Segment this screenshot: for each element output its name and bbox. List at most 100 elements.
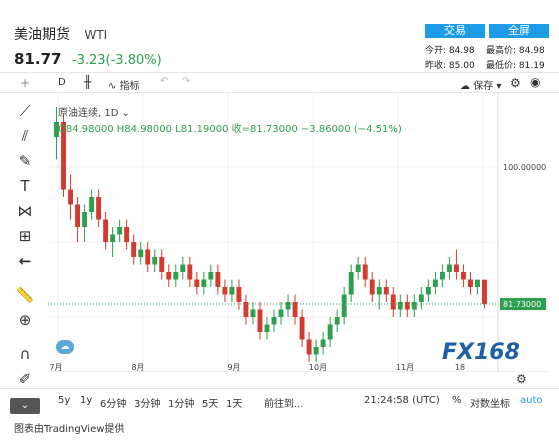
interval-select[interactable]: D	[58, 77, 66, 88]
axis-settings-icon[interactable]: ⚙	[516, 372, 527, 386]
candle-body	[425, 287, 431, 295]
candle-body	[152, 257, 158, 265]
candle-body	[208, 272, 214, 280]
save-button[interactable]: ☁ 保存 ▾	[460, 77, 501, 92]
zoom-in-icon[interactable]: ⊕	[14, 309, 36, 331]
x-tick-label: 7月	[49, 363, 62, 372]
stat-value: 84.98	[448, 46, 475, 56]
candle-body	[180, 264, 186, 272]
range-6m[interactable]: 6分钟	[100, 395, 126, 410]
fullscreen-button[interactable]: 全屏	[489, 24, 549, 38]
indicators-button[interactable]: ∿ 指标	[108, 77, 140, 92]
magnet-icon[interactable]: ∩	[14, 343, 36, 365]
candle-body	[299, 317, 305, 340]
undo-icon[interactable]: ↶	[160, 76, 168, 87]
x-tick-label: 8月	[131, 363, 144, 372]
candle-body	[124, 227, 130, 242]
header-divider	[0, 72, 559, 73]
range-1m[interactable]: 1分钟	[168, 395, 194, 410]
fx168-watermark: FX168	[442, 340, 520, 365]
trade-button[interactable]: 交易	[425, 24, 485, 38]
candle-body	[187, 264, 193, 280]
candle-body	[369, 279, 375, 295]
candle-body	[89, 197, 95, 212]
prediction-tool-icon[interactable]: ⊞	[14, 225, 36, 247]
candle-body	[278, 309, 284, 317]
ruler-icon[interactable]: 📏	[14, 284, 36, 306]
screenshot-icon[interactable]: ◉	[530, 75, 540, 89]
candle-body	[390, 294, 396, 310]
current-price: 81.77	[14, 50, 62, 68]
range-1y[interactable]: 1y	[80, 395, 92, 406]
candle-body	[229, 287, 235, 295]
stat-label: 最高价:	[486, 46, 517, 56]
candle-body	[173, 272, 179, 280]
candle-body	[215, 272, 221, 287]
bottom-divider	[0, 388, 559, 389]
stat-value: 85.00	[448, 61, 475, 71]
text-tool-icon[interactable]: T	[14, 175, 36, 197]
candle-body	[138, 249, 144, 257]
candle-body	[468, 279, 473, 287]
candle-body	[257, 309, 263, 332]
instrument-symbol: WTI	[84, 28, 108, 42]
candle-body	[306, 339, 312, 355]
candle-body	[264, 324, 270, 332]
candle-body	[117, 227, 123, 235]
candle-body	[432, 279, 438, 287]
instrument-name: 美油期货	[14, 27, 70, 43]
range-5d[interactable]: 5天	[202, 395, 218, 410]
candle-body	[68, 189, 73, 205]
cloud-icon: ☁	[460, 81, 470, 92]
log-scale-toggle[interactable]: 对数坐标	[470, 395, 510, 410]
stat-prev-close: 昨收: 85.00	[425, 58, 475, 71]
crosshair-icon[interactable]: +	[20, 76, 30, 90]
chart-legend-title: 原油连续, 1D ⌄	[58, 108, 130, 119]
candle-body	[75, 204, 81, 227]
candle-body	[243, 302, 249, 317]
pitchfork-tool-icon[interactable]: ⫽	[14, 125, 36, 147]
candle-body	[201, 279, 207, 287]
range-1d[interactable]: 1天	[226, 395, 242, 410]
back-arrow-icon[interactable]: ←	[14, 250, 36, 272]
chart-series-title: 原油连续, 1D	[58, 108, 119, 119]
lock-draw-icon[interactable]: ✐	[14, 368, 36, 390]
candle-body	[475, 279, 480, 287]
price-row: 81.77 -3.23(-3.80%)	[14, 50, 162, 68]
save-label: 保存	[473, 81, 494, 92]
candle-body	[376, 287, 382, 295]
candle-body	[411, 302, 417, 310]
candle-body	[166, 272, 172, 280]
utc-clock: 21:24:58 (UTC)	[364, 395, 440, 406]
tradingview-credit[interactable]: 图表由TradingView提供	[14, 420, 124, 435]
pattern-tool-icon[interactable]: ⋈	[14, 200, 36, 222]
stat-label: 今开:	[425, 46, 447, 56]
candle-body	[250, 309, 256, 317]
percent-toggle[interactable]: %	[452, 395, 462, 406]
x-tick-label: 10月	[309, 363, 327, 372]
settings-icon[interactable]: ⚙	[510, 76, 521, 90]
stat-high: 最高价: 84.98	[486, 43, 545, 56]
chart-ohlc-values: O84.98000 H84.98000 L81.19000 收=81.73000…	[58, 124, 402, 135]
stat-today-open: 今开: 84.98	[425, 43, 475, 56]
candle-body	[418, 294, 424, 302]
redo-icon[interactable]: ↷	[182, 76, 190, 87]
auto-scale-toggle[interactable]: auto	[520, 395, 543, 406]
range-5y[interactable]: 5y	[58, 395, 70, 406]
candle-body	[482, 279, 487, 305]
candle-body	[327, 324, 333, 340]
range-3m[interactable]: 3分钟	[134, 395, 160, 410]
tradingview-cloud-icon[interactable]: ☁	[56, 340, 74, 354]
candle-body	[131, 242, 137, 257]
line-tool-icon[interactable]: ⟋	[14, 100, 36, 122]
candle-body	[313, 347, 319, 355]
candle-body	[320, 339, 326, 347]
candle-body	[271, 317, 277, 325]
goto-date-button[interactable]: 前往到...	[264, 395, 304, 410]
stat-label: 最低价:	[486, 61, 517, 71]
candle-body	[348, 272, 354, 295]
brush-tool-icon[interactable]: ✎	[14, 150, 36, 172]
collapse-toolbar-icon[interactable]: ⌄	[10, 398, 40, 414]
y-tick-label: 100.00000	[503, 163, 546, 172]
candle-type-icon[interactable]: ╫	[84, 75, 91, 89]
